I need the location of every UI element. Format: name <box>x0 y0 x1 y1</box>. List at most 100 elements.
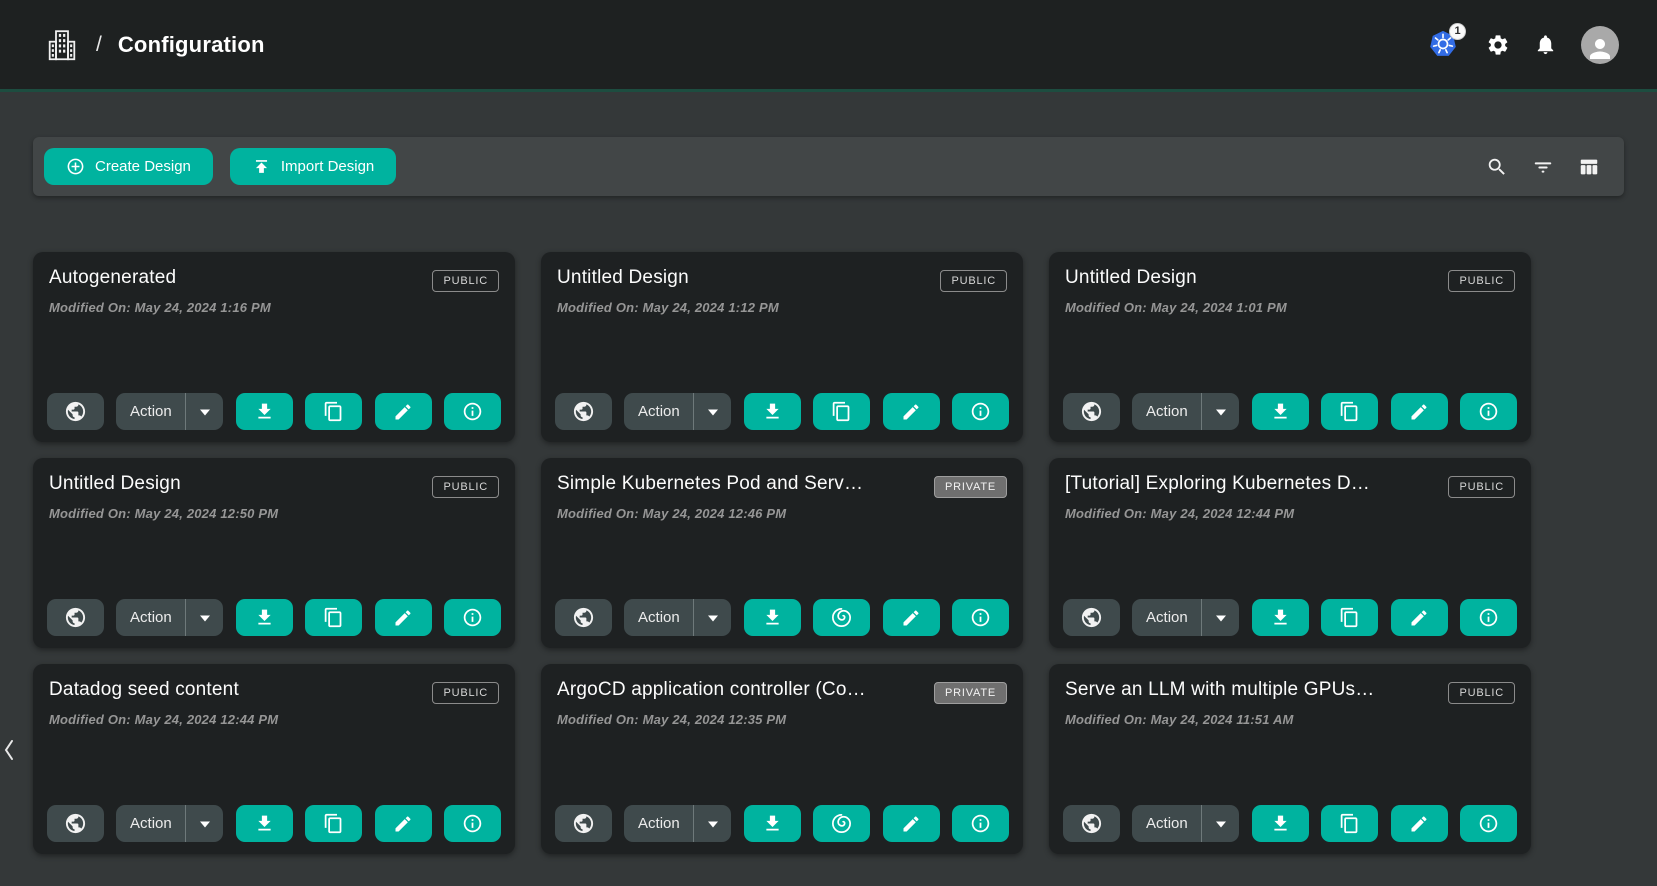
info-button[interactable] <box>952 599 1009 636</box>
action-split-button[interactable]: Action <box>116 393 223 430</box>
card-fourth-action-button[interactable] <box>813 393 870 430</box>
visibility-globe-button[interactable] <box>47 393 104 430</box>
download-button[interactable] <box>236 805 293 842</box>
chevron-down-icon <box>1214 819 1228 829</box>
design-card: Untitled Design PUBLIC Modified On: May … <box>33 458 515 648</box>
action-button-label[interactable]: Action <box>1132 599 1202 636</box>
action-button-label[interactable]: Action <box>624 393 694 430</box>
info-button[interactable] <box>952 805 1009 842</box>
organization-logo[interactable] <box>44 27 80 63</box>
visibility-globe-button[interactable] <box>47 805 104 842</box>
edit-button[interactable] <box>1391 393 1448 430</box>
card-fourth-action-button[interactable] <box>813 599 870 636</box>
info-button[interactable] <box>444 599 501 636</box>
visibility-globe-button[interactable] <box>47 599 104 636</box>
action-dropdown-toggle[interactable] <box>186 393 223 430</box>
action-split-button[interactable]: Action <box>1132 805 1239 842</box>
card-fourth-action-button[interactable] <box>1321 805 1378 842</box>
action-split-button[interactable]: Action <box>116 599 223 636</box>
chevron-down-icon <box>1214 613 1228 623</box>
action-split-button[interactable]: Action <box>624 599 731 636</box>
action-button-label[interactable]: Action <box>116 393 186 430</box>
copy-icon <box>1339 607 1360 628</box>
filter-icon <box>1532 156 1554 178</box>
info-button[interactable] <box>1460 805 1517 842</box>
action-split-button[interactable]: Action <box>624 805 731 842</box>
visibility-globe-button[interactable] <box>555 393 612 430</box>
download-button[interactable] <box>1252 599 1309 636</box>
action-dropdown-toggle[interactable] <box>186 599 223 636</box>
download-button[interactable] <box>236 599 293 636</box>
chevron-down-icon <box>198 613 212 623</box>
info-button[interactable] <box>444 393 501 430</box>
card-fourth-action-button[interactable] <box>1321 393 1378 430</box>
download-button[interactable] <box>744 599 801 636</box>
action-dropdown-toggle[interactable] <box>694 599 731 636</box>
info-icon <box>462 607 483 628</box>
action-split-button[interactable]: Action <box>1132 599 1239 636</box>
action-dropdown-toggle[interactable] <box>186 805 223 842</box>
card-fourth-action-button[interactable] <box>305 393 362 430</box>
download-icon <box>762 401 783 422</box>
table-view-button[interactable] <box>1578 156 1600 178</box>
design-title: Autogenerated <box>49 267 176 289</box>
edit-button[interactable] <box>1391 599 1448 636</box>
edit-button[interactable] <box>375 805 432 842</box>
action-split-button[interactable]: Action <box>116 805 223 842</box>
download-button[interactable] <box>1252 393 1309 430</box>
modified-on-label: Modified On: May 24, 2024 1:16 PM <box>49 300 499 315</box>
action-dropdown-toggle[interactable] <box>694 805 731 842</box>
settings-button[interactable] <box>1486 33 1510 57</box>
edit-button[interactable] <box>883 599 940 636</box>
card-fourth-action-button[interactable] <box>1321 599 1378 636</box>
action-button-label[interactable]: Action <box>116 599 186 636</box>
sidebar-collapse-handle[interactable] <box>2 736 20 764</box>
app-header: / Configuration 1 <box>0 0 1657 92</box>
visibility-globe-button[interactable] <box>1063 599 1120 636</box>
edit-button[interactable] <box>1391 805 1448 842</box>
download-button[interactable] <box>1252 805 1309 842</box>
info-button[interactable] <box>444 805 501 842</box>
action-button-label[interactable]: Action <box>1132 805 1202 842</box>
visibility-globe-button[interactable] <box>1063 805 1120 842</box>
edit-button[interactable] <box>883 393 940 430</box>
bell-icon <box>1534 33 1557 56</box>
visibility-globe-button[interactable] <box>555 599 612 636</box>
download-button[interactable] <box>744 805 801 842</box>
action-split-button[interactable]: Action <box>624 393 731 430</box>
globe-icon <box>1080 400 1103 423</box>
action-dropdown-toggle[interactable] <box>694 393 731 430</box>
download-button[interactable] <box>236 393 293 430</box>
notifications-button[interactable] <box>1534 33 1557 56</box>
action-dropdown-toggle[interactable] <box>1202 393 1239 430</box>
globe-icon <box>64 400 87 423</box>
modified-on-label: Modified On: May 24, 2024 1:12 PM <box>557 300 1007 315</box>
edit-button[interactable] <box>375 393 432 430</box>
card-fourth-action-button[interactable] <box>813 805 870 842</box>
card-fourth-action-button[interactable] <box>305 599 362 636</box>
card-fourth-action-button[interactable] <box>305 805 362 842</box>
edit-button[interactable] <box>375 599 432 636</box>
download-button[interactable] <box>744 393 801 430</box>
visibility-globe-button[interactable] <box>555 805 612 842</box>
action-button-label[interactable]: Action <box>1132 393 1202 430</box>
info-button[interactable] <box>952 393 1009 430</box>
action-button-label[interactable]: Action <box>624 805 694 842</box>
action-split-button[interactable]: Action <box>1132 393 1239 430</box>
filter-button[interactable] <box>1532 156 1554 178</box>
create-design-button[interactable]: Create Design <box>44 148 213 185</box>
edit-button[interactable] <box>883 805 940 842</box>
info-icon <box>462 813 483 834</box>
copy-icon <box>323 401 344 422</box>
action-dropdown-toggle[interactable] <box>1202 599 1239 636</box>
user-avatar[interactable] <box>1581 26 1619 64</box>
info-button[interactable] <box>1460 393 1517 430</box>
action-button-label[interactable]: Action <box>624 599 694 636</box>
info-button[interactable] <box>1460 599 1517 636</box>
visibility-globe-button[interactable] <box>1063 393 1120 430</box>
kubernetes-context-button[interactable]: 1 <box>1428 29 1462 61</box>
search-button[interactable] <box>1486 156 1508 178</box>
import-design-button[interactable]: Import Design <box>230 148 396 185</box>
action-button-label[interactable]: Action <box>116 805 186 842</box>
action-dropdown-toggle[interactable] <box>1202 805 1239 842</box>
